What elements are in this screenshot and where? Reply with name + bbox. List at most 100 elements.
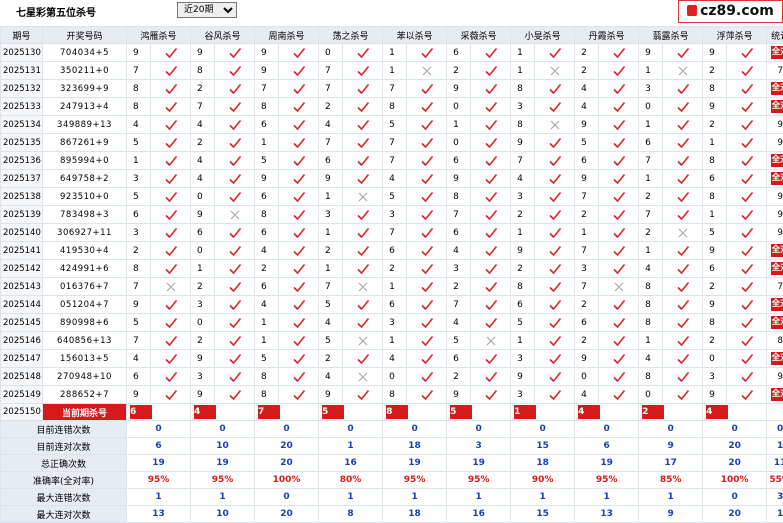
result-mark bbox=[727, 332, 767, 350]
result-mark bbox=[407, 278, 447, 296]
check-icon bbox=[612, 118, 626, 132]
result-mark bbox=[407, 314, 447, 332]
kill-value: 2 bbox=[383, 260, 407, 278]
summary-value: 0 bbox=[127, 421, 191, 438]
result-mark bbox=[407, 296, 447, 314]
check-icon bbox=[548, 226, 562, 240]
cross-icon bbox=[420, 64, 434, 78]
kill-value: 6 bbox=[511, 296, 535, 314]
result-mark bbox=[343, 242, 383, 260]
kill-value: 6 bbox=[255, 188, 279, 206]
kill-value: 4 bbox=[511, 170, 535, 188]
result-mark bbox=[599, 152, 639, 170]
col-expert: 小旻杀号 bbox=[511, 27, 575, 44]
result-mark bbox=[151, 80, 191, 98]
check-icon bbox=[548, 100, 562, 114]
table-row: 2025146640856+1372151512128 bbox=[1, 332, 783, 350]
result-mark bbox=[151, 314, 191, 332]
result-mark bbox=[599, 386, 639, 404]
kill-value: 9 bbox=[255, 44, 279, 62]
check-icon bbox=[484, 352, 498, 366]
check-icon bbox=[292, 46, 306, 60]
site-logo[interactable]: cz89.com bbox=[678, 0, 783, 23]
period-select[interactable]: 近20期 bbox=[177, 2, 237, 18]
kill-value: 8 bbox=[447, 188, 471, 206]
result-mark bbox=[343, 152, 383, 170]
stat-cell: 9 bbox=[767, 116, 783, 134]
kill-value: 0 bbox=[575, 368, 599, 386]
check-icon bbox=[420, 100, 434, 114]
check-icon bbox=[356, 388, 370, 402]
kill-value: 6 bbox=[703, 260, 727, 278]
kill-value: 6 bbox=[383, 296, 407, 314]
all-correct-badge: 全对 bbox=[771, 100, 783, 113]
draw-number: 424991+6 bbox=[43, 260, 127, 278]
result-mark bbox=[407, 152, 447, 170]
result-mark bbox=[599, 134, 639, 152]
result-mark bbox=[407, 386, 447, 404]
kill-value: 6 bbox=[447, 224, 471, 242]
check-icon bbox=[356, 262, 370, 276]
result-mark bbox=[599, 260, 639, 278]
result-mark bbox=[471, 260, 511, 278]
stat-cell: 全对 bbox=[767, 152, 783, 170]
check-icon bbox=[356, 298, 370, 312]
summary-value: 19 bbox=[575, 455, 639, 472]
kill-value: 5 bbox=[319, 332, 343, 350]
kill-value: 6 bbox=[127, 206, 151, 224]
result-mark bbox=[343, 170, 383, 188]
check-icon bbox=[484, 280, 498, 294]
result-mark bbox=[215, 368, 255, 386]
all-correct-badge: 全对 bbox=[771, 244, 783, 257]
result-mark bbox=[535, 386, 575, 404]
kill-value: 2 bbox=[575, 62, 599, 80]
result-mark bbox=[535, 314, 575, 332]
kill-value: 4 bbox=[639, 260, 663, 278]
check-icon bbox=[548, 244, 562, 258]
kill-value: 9 bbox=[703, 386, 727, 404]
result-mark bbox=[727, 170, 767, 188]
result-mark bbox=[663, 116, 703, 134]
check-icon bbox=[292, 208, 306, 222]
kill-value: 4 bbox=[319, 314, 343, 332]
check-icon bbox=[740, 154, 754, 168]
cross-icon bbox=[356, 280, 370, 294]
kill-value: 9 bbox=[511, 242, 535, 260]
check-icon bbox=[292, 82, 306, 96]
summary-value: 10 bbox=[191, 506, 255, 523]
check-icon bbox=[484, 154, 498, 168]
result-mark bbox=[535, 260, 575, 278]
check-icon bbox=[164, 298, 178, 312]
col-expert: 浮萍杀号 bbox=[703, 27, 767, 44]
summary-label: 目前连错次数 bbox=[1, 421, 127, 438]
check-icon bbox=[484, 298, 498, 312]
result-mark bbox=[663, 278, 703, 296]
kill-value: 4 bbox=[447, 314, 471, 332]
kill-value: 7 bbox=[383, 134, 407, 152]
check-icon bbox=[292, 280, 306, 294]
result-mark bbox=[407, 170, 447, 188]
current-kill-value: 4 bbox=[706, 405, 728, 419]
result-mark bbox=[535, 188, 575, 206]
check-icon bbox=[292, 100, 306, 114]
kill-value: 1 bbox=[639, 332, 663, 350]
check-icon bbox=[740, 388, 754, 402]
summary-value: 95% bbox=[447, 472, 511, 489]
result-mark bbox=[663, 80, 703, 98]
kill-value: 8 bbox=[127, 98, 151, 116]
kill-value: 1 bbox=[703, 206, 727, 224]
result-mark bbox=[599, 44, 639, 62]
result-mark bbox=[535, 44, 575, 62]
check-icon bbox=[548, 46, 562, 60]
stat-cell: 7 bbox=[767, 278, 783, 296]
kill-value: 2 bbox=[447, 278, 471, 296]
check-icon bbox=[612, 388, 626, 402]
kill-value: 3 bbox=[511, 98, 535, 116]
kill-value: 3 bbox=[447, 260, 471, 278]
kill-value: 8 bbox=[639, 296, 663, 314]
result-mark bbox=[279, 116, 319, 134]
result-mark bbox=[151, 206, 191, 224]
stat-cell: 9 bbox=[767, 188, 783, 206]
kill-value: 8 bbox=[255, 368, 279, 386]
check-icon bbox=[228, 262, 242, 276]
